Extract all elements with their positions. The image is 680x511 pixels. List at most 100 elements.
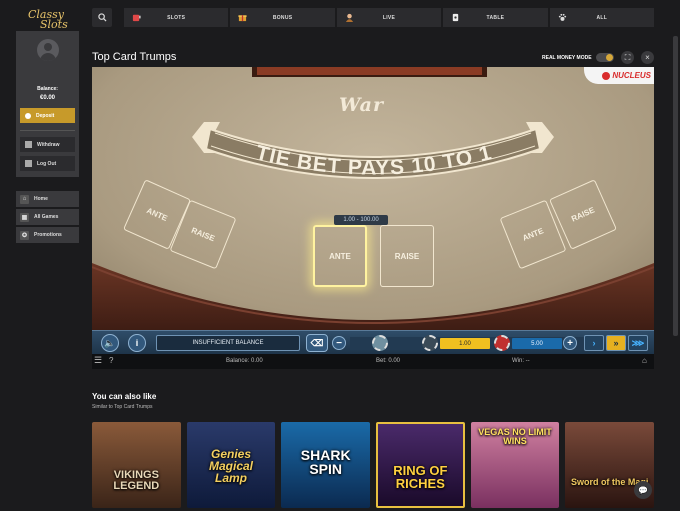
bet-box-raise-center[interactable]: RAISE (380, 225, 434, 287)
bet-range-tooltip: 1.00 - 100.00 (334, 215, 388, 225)
decrease-chip-button[interactable]: − (332, 336, 346, 350)
sidebar-item-home[interactable]: ⌂ Home (16, 191, 79, 207)
tie-bet-banner: TIE BET PAYS 10 TO 1 (253, 141, 493, 179)
info-icon: i (135, 338, 139, 348)
nav-label: SLOTS (167, 14, 186, 21)
coin-icon (25, 112, 31, 119)
home-icon[interactable]: ⌂ (642, 356, 647, 365)
paw-icon (558, 13, 566, 21)
withdraw-label: Withdraw (37, 141, 60, 148)
page: Classy Slots SLOTS BONUS LIVE TABLE ALL (0, 0, 680, 511)
autoplay-button[interactable]: ⋙ (628, 335, 648, 351)
game-thumb-vikings-legend[interactable]: VIKINGS LEGEND (92, 422, 181, 508)
logout-icon (25, 160, 32, 167)
logo[interactable]: Classy Slots (28, 8, 72, 31)
deposit-label: Deposit (36, 112, 55, 119)
withdraw-button[interactable]: Withdraw (20, 137, 75, 152)
bet-box-label: RAISE (189, 225, 217, 244)
chat-icon: 💬 (638, 485, 648, 495)
nav-label: ALL (596, 14, 608, 21)
menu-icon[interactable]: ☰ (94, 355, 102, 366)
home-icon: ⌂ (20, 194, 29, 204)
avatar-body (40, 53, 56, 61)
nav-all[interactable]: ALL (549, 8, 655, 27)
real-money-label: REAL MONEY MODE (542, 55, 592, 61)
nav-label: LIVE (382, 14, 396, 21)
search-button[interactable] (92, 8, 112, 27)
grid-icon: ▦ (20, 212, 29, 222)
clear-icon: ⌫ (310, 337, 324, 348)
game-frame[interactable]: War TIE BET PAYS 10 TO 1 NUCLEUS ANTE RA… (92, 67, 654, 369)
help-icon[interactable]: ? (109, 356, 113, 365)
game-status-bar: ☰ ? Balance: 0.00 Bet: 0.00 Win: -- ⌂ (92, 354, 654, 369)
promo-icon: ✪ (20, 230, 29, 240)
close-game-button[interactable]: × (641, 51, 654, 64)
slot-machine-icon (132, 14, 141, 22)
provider-name: NUCLEUS (612, 71, 651, 80)
game-title: Top Card Trumps (92, 51, 177, 63)
game-thumb-shark-spin[interactable]: SHARK SPIN (281, 422, 371, 508)
page-scrollbar[interactable] (673, 36, 678, 336)
chip-value-selected[interactable]: 1.00 (440, 338, 490, 349)
game-thumb-title: VIKINGS LEGEND (113, 469, 160, 492)
info-button[interactable]: i (128, 334, 146, 352)
dealer-icon (345, 13, 353, 22)
fullscreen-icon: ⛶ (624, 52, 631, 62)
logout-label: Log Out (37, 160, 57, 167)
nav-label: BONUS (272, 14, 293, 21)
plus-icon: + (567, 337, 573, 349)
sidebar-item-label: Promotions (34, 232, 62, 238)
game-thumb-title: Genies Magical Lamp (209, 447, 254, 485)
bet-box-label: ANTE (521, 226, 545, 243)
svg-text:TIE BET PAYS 10 TO 1: TIE BET PAYS 10 TO 1 (253, 141, 494, 179)
chip-dark[interactable] (422, 335, 438, 351)
search-icon (97, 13, 107, 22)
status-message: INSUFFICIENT BALANCE (156, 335, 300, 351)
logout-button[interactable]: Log Out (20, 156, 75, 171)
minus-icon: − (336, 337, 342, 349)
chip-value-other[interactable]: 5.00 (512, 338, 562, 349)
game-thumb-genies-lamp[interactable]: Genies Magical Lamp (186, 422, 276, 508)
real-money-toggle[interactable] (596, 53, 614, 62)
card-icon (453, 13, 459, 22)
sound-button[interactable]: 🔈 (101, 334, 119, 352)
chip-grey[interactable] (372, 335, 388, 351)
bet-box-label: ANTE (329, 251, 351, 261)
nav-bonus[interactable]: BONUS (230, 8, 335, 27)
chat-button[interactable]: 💬 (634, 481, 652, 499)
avatar[interactable] (37, 39, 59, 61)
provider-badge: NUCLEUS (584, 67, 654, 84)
balance-label: Balance: (37, 86, 58, 92)
avatar-head (44, 43, 52, 51)
close-icon: × (645, 53, 650, 62)
sidebar-item-promotions[interactable]: ✪ Promotions (16, 227, 79, 243)
game-thumb-ring-of-riches[interactable]: RING OF RICHES (376, 422, 465, 508)
fast-play-button[interactable]: » (606, 335, 626, 351)
game-thumb-title: VEGAS NO LIMIT WINS (478, 427, 552, 446)
play-icon: › (592, 338, 596, 348)
top-nav: SLOTS BONUS LIVE TABLE ALL (124, 8, 655, 27)
nav-slots[interactable]: SLOTS (124, 8, 229, 27)
speaker-icon: 🔈 (104, 337, 116, 348)
wallet-icon (25, 141, 32, 148)
play-button[interactable]: › (584, 335, 604, 351)
game-thumb-vegas-no-limit-wins[interactable]: VEGAS NO LIMIT WINS (470, 422, 560, 508)
fullscreen-button[interactable]: ⛶ (621, 51, 634, 64)
deposit-button[interactable]: Deposit (20, 108, 75, 123)
sidebar-item-all-games[interactable]: ▦ All Games (16, 209, 79, 225)
section-title: You can also like (92, 392, 157, 401)
nav-live[interactable]: LIVE (336, 8, 442, 27)
status-balance: Balance: 0.00 (226, 358, 263, 364)
bet-box-ante-center[interactable]: ANTE (313, 225, 367, 287)
chip-red[interactable] (494, 335, 510, 351)
game-thumbnails: VIKINGS LEGEND Genies Magical Lamp SHARK… (92, 422, 655, 508)
clear-bets-button[interactable]: ⌫ (306, 334, 328, 352)
logo-line2: Slots (40, 18, 68, 31)
nav-table[interactable]: TABLE (443, 8, 548, 27)
increase-chip-button[interactable]: + (563, 336, 577, 350)
divider (20, 130, 75, 131)
sidebar-item-label: All Games (34, 214, 59, 220)
sidebar-nav: ⌂ Home ▦ All Games ✪ Promotions (16, 191, 79, 245)
double-chevron-icon: » (613, 338, 619, 348)
gift-icon (238, 15, 247, 22)
